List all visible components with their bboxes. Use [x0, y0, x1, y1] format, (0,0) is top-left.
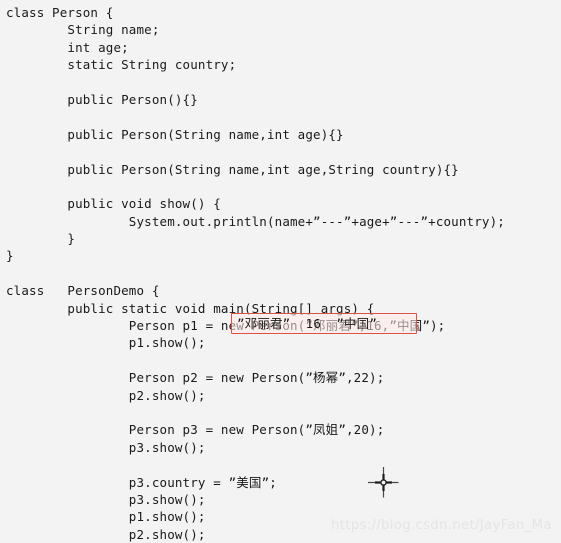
code-line: Person p3 = new Person(”凤姐”,20);: [6, 422, 385, 438]
code-editor-area[interactable]: class Person { String name; int age; sta…: [0, 0, 561, 543]
code-line: }: [6, 231, 76, 247]
code-line: System.out.println(name+”---”+age+”---”+…: [6, 213, 505, 229]
code-line: p3.show();: [6, 439, 206, 455]
code-line: p1.show();: [6, 335, 206, 351]
code-line: public void show() {: [6, 196, 221, 212]
code-line: public Person(String name,int age,String…: [6, 161, 459, 177]
code-line: String name;: [6, 22, 160, 38]
watermark-text: https://blog.csdn.net/JayFan_Ma: [331, 517, 552, 533]
code-line: }: [6, 248, 14, 264]
code-line: public Person(){}: [6, 91, 198, 107]
code-line: static String country;: [6, 57, 237, 73]
code-line: p3.show();: [6, 491, 206, 507]
code-line: p2.show();: [6, 387, 206, 403]
code-screenshot: class Person { String name; int age; sta…: [0, 0, 561, 543]
code-line: Person p2 = new Person(”杨幂”,22);: [6, 370, 385, 386]
code-line: class Person {: [6, 5, 114, 20]
code-line: p3.country = ”美国”;: [6, 474, 277, 490]
code-line: int age;: [6, 39, 129, 55]
code-line: public Person(String name,int age){}: [6, 126, 344, 142]
code-line: class PersonDemo {: [6, 283, 160, 299]
output-highlight-text: ”邓丽君” 16 ”中国”: [237, 316, 378, 331]
